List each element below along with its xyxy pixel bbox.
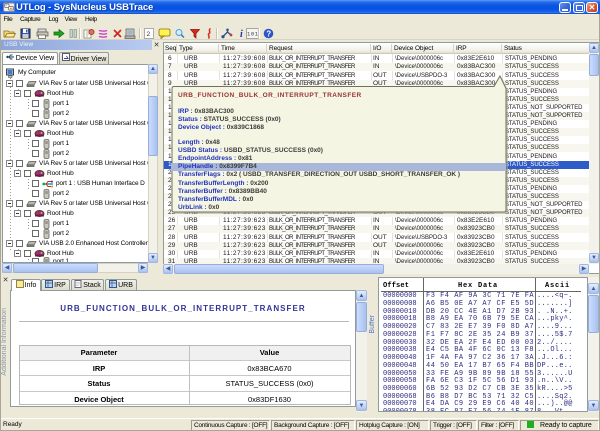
svg-text:101: 101 — [247, 31, 259, 38]
svg-text:i: i — [240, 29, 243, 39]
svg-text:?: ? — [266, 30, 271, 39]
svg-text:2: 2 — [147, 31, 151, 38]
